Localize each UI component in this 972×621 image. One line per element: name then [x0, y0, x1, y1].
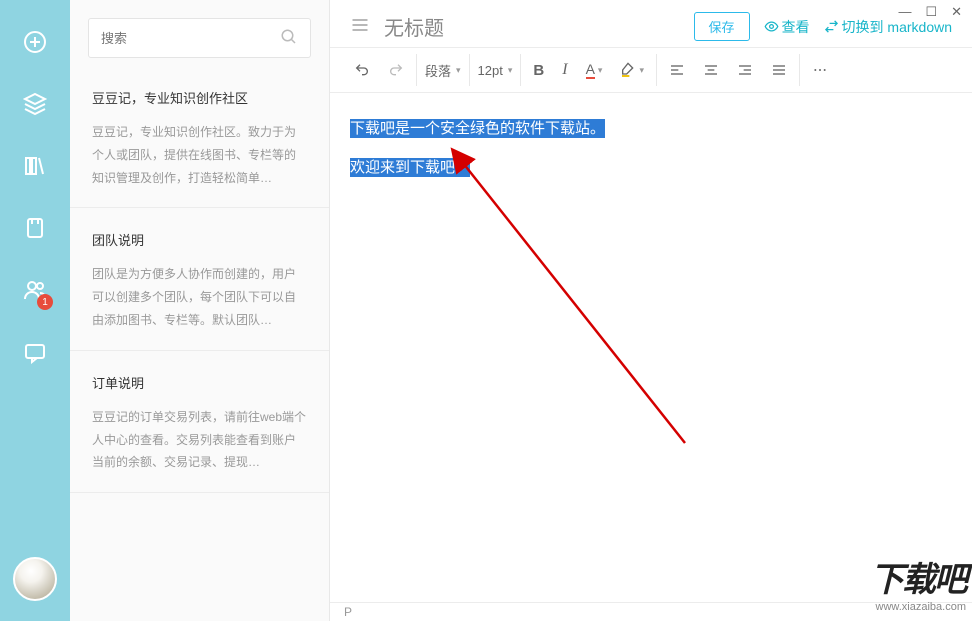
selected-text-2: 欢迎来到下载吧！ [350, 158, 470, 177]
align-center-button[interactable] [699, 60, 723, 80]
note-desc: 豆豆记，专业知识创作社区。致力于为个人或团队，提供在线图书、专栏等的知识管理及创… [92, 121, 307, 189]
editor-panel: — ☐ ✕ 无标题 保存 查看 切换到 markdown 段落▾ 12pt▾ B [330, 0, 972, 621]
note-desc: 豆豆记的订单交易列表，请前往web端个人中心的查看。交易列表能查看到账户当前的余… [92, 406, 307, 474]
align-left-button[interactable] [665, 60, 689, 80]
more-button[interactable] [808, 60, 832, 80]
document-title[interactable]: 无标题 [384, 12, 680, 41]
note-icon[interactable] [21, 214, 49, 242]
close-button[interactable]: ✕ [951, 4, 962, 20]
align-right-button[interactable] [733, 60, 757, 80]
text-color-button[interactable]: A▾ [582, 59, 607, 81]
window-controls: — ☐ ✕ [898, 4, 962, 20]
toolbar: 段落▾ 12pt▾ B I A▾ ▾ [330, 47, 972, 93]
selected-text-1: 下载吧是一个安全绿色的软件下载站。 [350, 119, 605, 138]
maximize-button[interactable]: ☐ [925, 4, 937, 20]
highlight-button[interactable]: ▾ [616, 60, 648, 80]
view-link[interactable]: 查看 [764, 17, 810, 37]
search-box[interactable] [88, 18, 311, 58]
note-item[interactable]: 订单说明 豆豆记的订单交易列表，请前往web端个人中心的查看。交易列表能查看到账… [70, 351, 329, 493]
search-input[interactable] [101, 31, 280, 46]
note-title: 豆豆记，专业知识创作社区 [92, 88, 307, 107]
stack-icon[interactable] [21, 90, 49, 118]
books-icon[interactable] [21, 152, 49, 180]
undo-button[interactable] [350, 60, 374, 80]
align-justify-button[interactable] [767, 60, 791, 80]
note-desc: 团队是为方便多人协作而创建的，用户可以创建多个团队，每个团队下可以自由添加图书、… [92, 263, 307, 331]
search-icon[interactable] [280, 28, 298, 49]
status-bar: P [330, 602, 972, 621]
nav-sidebar: 1 [0, 0, 70, 621]
annotation-arrow [445, 143, 705, 463]
paragraph-select[interactable]: 段落▾ [425, 61, 461, 80]
menu-icon[interactable] [350, 15, 370, 38]
team-icon[interactable]: 1 [21, 276, 49, 304]
chat-icon[interactable] [21, 338, 49, 366]
bold-button[interactable]: B [529, 60, 548, 81]
italic-button[interactable]: I [558, 59, 571, 81]
redo-button[interactable] [384, 60, 408, 80]
save-button[interactable]: 保存 [694, 12, 750, 41]
editor-header: 无标题 保存 查看 切换到 markdown [330, 0, 972, 47]
badge: 1 [37, 294, 53, 310]
editor-body[interactable]: 下载吧是一个安全绿色的软件下载站。 欢迎来到下载吧！ [330, 93, 972, 602]
note-title: 订单说明 [92, 373, 307, 392]
note-title: 团队说明 [92, 230, 307, 249]
avatar[interactable] [13, 557, 57, 601]
fontsize-select[interactable]: 12pt▾ [478, 63, 513, 78]
minimize-button[interactable]: — [898, 4, 911, 20]
add-icon[interactable] [21, 28, 49, 56]
list-panel: 豆豆记，专业知识创作社区 豆豆记，专业知识创作社区。致力于为个人或团队，提供在线… [70, 0, 330, 621]
note-item[interactable]: 豆豆记，专业知识创作社区 豆豆记，专业知识创作社区。致力于为个人或团队，提供在线… [70, 66, 329, 208]
note-item[interactable]: 团队说明 团队是为方便多人协作而创建的，用户可以创建多个团队，每个团队下可以自由… [70, 208, 329, 350]
